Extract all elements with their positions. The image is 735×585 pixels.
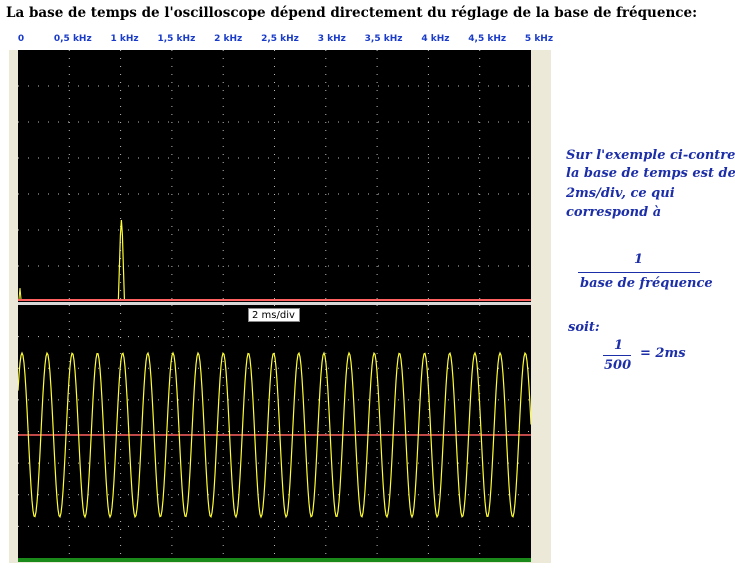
fraction-numerator: 1 — [634, 252, 644, 267]
freq-tick-label: 3,5 kHz — [364, 34, 403, 44]
freq-tick-label: 4 kHz — [421, 34, 450, 44]
soit-label: soit: — [568, 320, 600, 335]
spectrum-display — [18, 50, 531, 302]
freq-tick-label: 0 — [17, 34, 25, 44]
freq-tick-label: 2 kHz — [214, 34, 243, 44]
oscilloscope-display — [18, 305, 531, 558]
note-line-4: correspond à — [566, 205, 662, 220]
fraction-denominator: base de fréquence — [580, 276, 713, 291]
freq-tick-label: 2,5 kHz — [261, 34, 299, 44]
freq-tick-label: 1 kHz — [110, 34, 139, 44]
freq-tick-label: 0,5 kHz — [53, 34, 92, 44]
note-line-2: la base de temps est de — [566, 166, 735, 181]
dc-spike — [18, 287, 22, 300]
spectrum-peak — [117, 219, 125, 300]
note-line-3: 2ms/div, ce qui — [566, 186, 675, 201]
timebase-label: 2 ms/div — [248, 308, 300, 322]
freq-tick-label: 5 kHz — [524, 34, 554, 44]
freq-tick-label: 3 kHz — [317, 34, 346, 44]
result-numerator: 1 — [614, 338, 624, 353]
page-title: La base de temps de l'oscilloscope dépen… — [6, 5, 698, 21]
result-fraction-bar — [603, 355, 631, 356]
waveform-plot — [18, 305, 531, 558]
freq-tick-label: 1,5 kHz — [157, 34, 196, 44]
result-denominator: 500 — [604, 358, 632, 373]
status-strip — [18, 558, 531, 562]
fraction-bar — [578, 272, 700, 273]
spectrum-plot — [18, 50, 531, 302]
note-line-1: Sur l'exemple ci-contre, — [566, 148, 735, 163]
frequency-axis: 0 0,5 kHz 1 kHz 1,5 kHz 2 kHz 2,5 kHz 3 kHz 3,5… — [9, 30, 554, 50]
freq-tick-label: 4,5 kHz — [468, 34, 507, 44]
result-value: = 2ms — [640, 346, 686, 361]
